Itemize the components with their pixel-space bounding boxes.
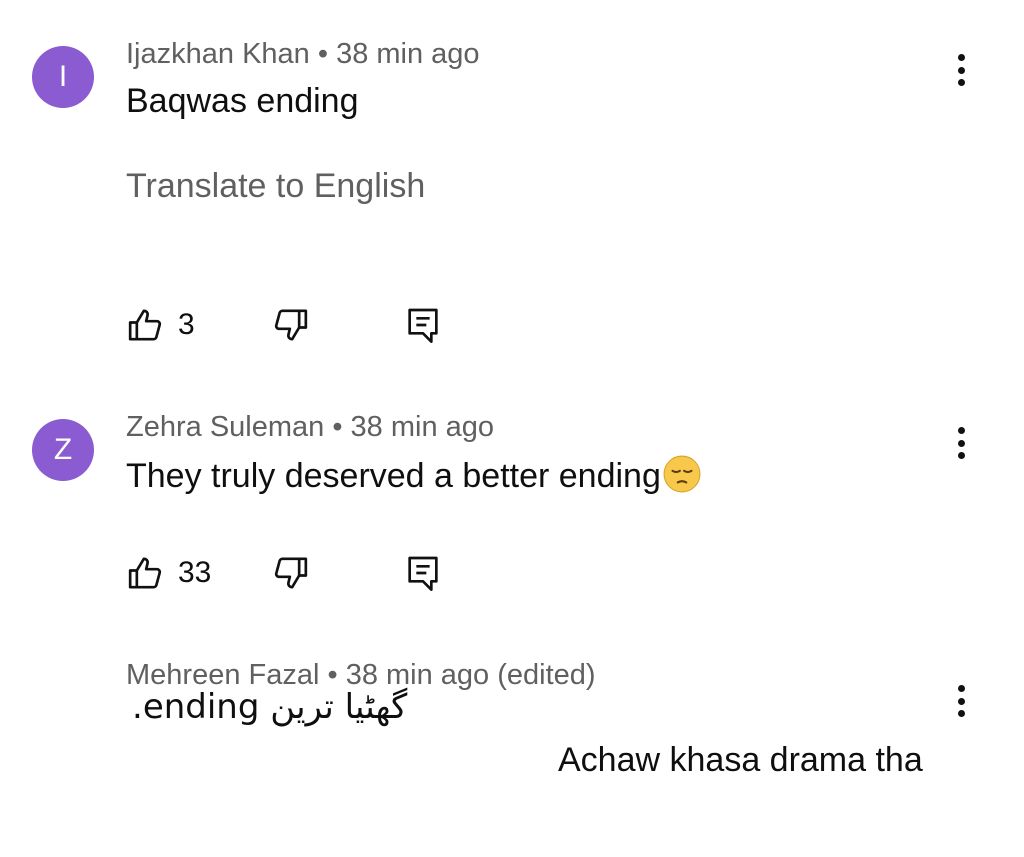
reply-icon xyxy=(408,556,438,591)
pensive-face-emoji xyxy=(663,455,701,493)
avatar[interactable]: I xyxy=(32,46,94,108)
like-count: 3 xyxy=(178,308,195,341)
reply-icon xyxy=(408,308,438,343)
comment-text-line: گھٹیا ترین ending. xyxy=(132,687,408,727)
comment-meta: Zehra Suleman • 38 min ago xyxy=(126,411,494,444)
comment-meta: Ijazkhan Khan • 38 min ago xyxy=(126,38,480,71)
more-vert-icon xyxy=(957,685,965,692)
thumb-down-icon xyxy=(274,309,308,341)
comment-time: • 38 min ago xyxy=(309,38,480,70)
dislike-button[interactable] xyxy=(270,553,310,598)
thumb-up-icon xyxy=(128,309,162,341)
translate-link[interactable]: Translate to English xyxy=(126,167,425,206)
more-vert-icon xyxy=(957,54,965,61)
reply-button[interactable] xyxy=(406,305,440,350)
like-button[interactable]: 3 xyxy=(126,305,195,345)
comment-actions: 3 xyxy=(126,305,526,345)
comment-actions: 33 xyxy=(126,553,526,593)
thumb-down-icon xyxy=(274,557,308,589)
author-name[interactable]: Zehra Suleman xyxy=(126,411,324,443)
more-vert-icon xyxy=(957,427,965,434)
like-count: 33 xyxy=(178,556,212,589)
like-button[interactable]: 33 xyxy=(126,553,211,593)
more-options-button[interactable] xyxy=(944,679,978,723)
more-options-button[interactable] xyxy=(944,421,978,465)
comment-text: They truly deserved a better ending xyxy=(126,455,701,496)
reply-button[interactable] xyxy=(406,553,440,598)
comment-text-line: Achaw khasa drama tha xyxy=(558,741,923,779)
comment-text-content: They truly deserved a better ending xyxy=(126,457,661,495)
comment-time: • 38 min ago xyxy=(324,411,495,443)
dislike-button[interactable] xyxy=(270,305,310,350)
thumb-up-icon xyxy=(128,557,162,589)
avatar[interactable]: Z xyxy=(32,419,94,481)
author-name[interactable]: Ijazkhan Khan xyxy=(126,38,310,70)
comment-text: Baqwas ending xyxy=(126,82,359,120)
more-options-button[interactable] xyxy=(944,48,978,92)
